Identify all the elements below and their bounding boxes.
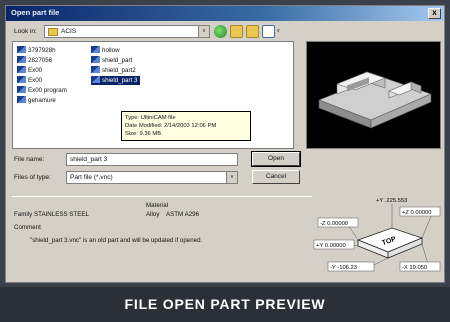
up-folder-icon[interactable] (230, 25, 243, 38)
file-list[interactable]: 3797928h 2827056 Ex00 Ex00 Ex00 program … (12, 41, 294, 149)
dim-neg-x: -X 19.050 (402, 265, 427, 271)
file-name: hollow (102, 47, 120, 54)
dim-neg-y: -Y -106.23 (330, 265, 357, 271)
files-of-type-label: Files of type: (14, 174, 51, 181)
file-name-label: File name: (14, 156, 45, 163)
image-caption: FILE OPEN PART PREVIEW (0, 287, 450, 322)
file-name: shield_part2 (102, 67, 136, 74)
screenshot-frame: Open part file x Look in: ACIS v v 37979… (0, 0, 450, 322)
dim-top: +Y .225.553 (376, 198, 407, 204)
file-name: Ex00 program (28, 87, 67, 94)
view-menu-arrow-icon[interactable]: v (277, 28, 280, 34)
file-name: Ex00 (28, 77, 43, 84)
part-preview-pane (306, 41, 441, 149)
part-dimensions-diagram: TOP +Y .225.553 +Z 0.00000 -Z 0.00000 +Y… (312, 194, 442, 278)
dialog-title: Open part file (11, 8, 60, 17)
alloy-label: Alloy (146, 211, 160, 218)
part-file-icon (17, 46, 26, 53)
file-tooltip: Type: UltiniCAM file Date Modified: 2/14… (121, 111, 251, 141)
family-value: STAINLESS STEEL (34, 211, 89, 218)
cancel-button[interactable]: Cancel (252, 170, 300, 184)
file-item[interactable]: Ex00 (17, 76, 42, 85)
chevron-down-icon[interactable]: v (198, 26, 209, 37)
family-label: Family (14, 211, 33, 218)
part-file-icon (91, 46, 100, 53)
file-name: shield_part (102, 57, 133, 64)
part-file-icon (91, 66, 100, 73)
open-part-dialog: Open part file x Look in: ACIS v v 37979… (5, 5, 445, 283)
look-in-dropdown[interactable]: ACIS v (44, 25, 210, 38)
part-file-icon (17, 66, 26, 73)
file-item[interactable]: 2827056 (17, 56, 52, 65)
file-name: 2827056 (28, 57, 53, 64)
alloy-value: ASTM A296 (166, 211, 200, 218)
part-file-icon (17, 96, 26, 103)
look-in-label: Look in: (14, 28, 37, 35)
file-item[interactable]: gehamure (17, 96, 56, 105)
file-item[interactable]: shield_part2 (91, 66, 136, 75)
new-folder-icon[interactable] (246, 25, 259, 38)
view-menu-icon[interactable] (262, 25, 275, 38)
tooltip-size: Size: 9.36 MB (125, 131, 162, 137)
file-item-selected[interactable]: shield_part 3 (91, 76, 141, 85)
back-icon[interactable] (214, 25, 227, 38)
comment-label: Comment (14, 224, 41, 231)
folder-icon (48, 28, 58, 36)
part-file-icon (91, 56, 100, 63)
files-of-type-select[interactable]: Part file (*.vnc) v (66, 171, 238, 184)
file-item[interactable]: hollow (91, 46, 120, 55)
dim-neg-z: -Z 0.00000 (320, 221, 348, 227)
chevron-down-icon[interactable]: v (226, 172, 237, 183)
comment-text: "shield_part 3.vnc" is an old part and w… (30, 237, 203, 244)
file-name: shield_part 3 (102, 77, 138, 84)
part-3d-preview (307, 42, 440, 148)
file-item[interactable]: Ex00 program (17, 86, 67, 95)
part-file-icon (91, 76, 100, 83)
close-icon[interactable]: x (428, 8, 441, 19)
dim-plus-z: +Z 0.00000 (402, 210, 432, 216)
dimensions-svg: TOP +Y .225.553 +Z 0.00000 -Z 0.00000 +Y… (312, 194, 442, 278)
files-of-type-value: Part file (*.vnc) (70, 174, 113, 181)
file-item[interactable]: 3797928h (17, 46, 56, 55)
file-name: 3797928h (28, 47, 56, 54)
tooltip-type: Type: UltiniCAM file (125, 115, 176, 121)
file-item[interactable]: Ex00 (17, 66, 42, 75)
dialog-titlebar[interactable]: Open part file x (6, 6, 444, 21)
material-heading: Material (146, 202, 169, 209)
part-file-icon (17, 56, 26, 63)
part-file-icon (17, 76, 26, 83)
file-item[interactable]: shield_part (91, 56, 132, 65)
file-name-input[interactable]: shield_part 3 (66, 153, 238, 166)
part-file-icon (17, 86, 26, 93)
file-name: gehamure (28, 97, 56, 104)
tooltip-date-modified: Date Modified: 2/14/2003 12:06 PM (125, 123, 217, 129)
dim-plus-y: +Y 0.00000 (316, 243, 346, 249)
file-name: Ex00 (28, 67, 43, 74)
open-button[interactable]: Open (251, 151, 301, 167)
look-in-value: ACIS (61, 28, 77, 35)
